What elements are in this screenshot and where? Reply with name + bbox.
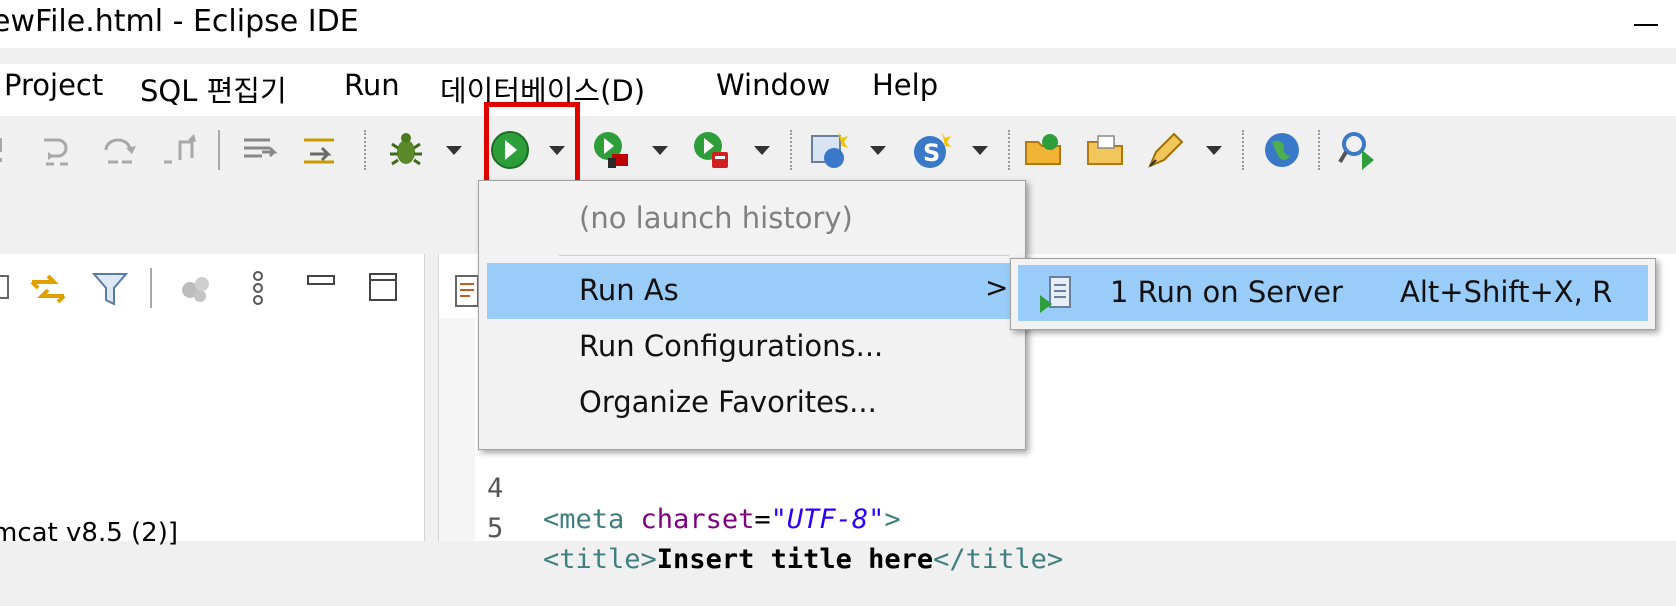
panel-toolbar-separator xyxy=(150,268,152,308)
step-into-icon[interactable] xyxy=(0,128,34,172)
drop-frame-icon[interactable] xyxy=(158,128,202,172)
use-step-filters-icon[interactable] xyxy=(240,128,284,172)
focus-on-active-task-icon[interactable] xyxy=(176,268,216,308)
pen-icon[interactable] xyxy=(1144,128,1188,172)
run-dropdown-menu: (no launch history) Run As > Run Configu… xyxy=(478,180,1026,450)
menu-item-organize-favorites[interactable]: Organize Favorites... xyxy=(487,375,1017,431)
server-run-icon xyxy=(1038,275,1076,313)
line-number: 5 xyxy=(487,513,504,544)
keyboard-shortcut: Alt+Shift+X, R xyxy=(1400,275,1613,309)
menu-bar: Project SQL 편집기 Run 데이터베이스(D) Window Hel… xyxy=(0,64,1676,116)
window-titlebar: ewFile.html - Eclipse IDE xyxy=(0,0,1676,48)
new-server-icon[interactable] xyxy=(808,128,852,172)
toolbar-separator xyxy=(1008,130,1010,170)
code-content: <meta charset="UTF-8"> xyxy=(543,504,901,535)
menu-item-no-launch-history: (no launch history) xyxy=(579,201,853,235)
code-content: <title>Insert title here</title> xyxy=(543,544,1064,575)
toolbar-separator xyxy=(364,130,366,170)
menu-item-run-as[interactable]: Run As > xyxy=(487,263,1017,319)
filter-icon[interactable] xyxy=(90,268,130,308)
toolbar-separator xyxy=(218,130,220,170)
pen-dropdown-arrow[interactable] xyxy=(1206,146,1222,155)
debug-dropdown-arrow[interactable] xyxy=(446,146,462,155)
menu-separator xyxy=(559,255,1009,256)
menu-item-run-configurations[interactable]: Run Configurations... xyxy=(487,319,1017,375)
menu-help[interactable]: Help xyxy=(872,68,938,102)
run-as-submenu: 1 Run on Server Alt+Shift+X, R xyxy=(1010,258,1656,330)
view-menu-icon[interactable] xyxy=(238,268,278,308)
project-explorer-panel: mcat v8.5 (2)] xyxy=(0,254,425,548)
web-browser-globe-icon[interactable] xyxy=(1260,128,1304,172)
new-java-class-dropdown-arrow[interactable] xyxy=(972,146,988,155)
code-line[interactable]: 5 <title>Insert title here</title> xyxy=(439,482,1063,606)
debug-bug-icon[interactable] xyxy=(384,128,428,172)
minimize-window-icon[interactable] xyxy=(1632,10,1660,36)
annotation-highlight-box xyxy=(484,102,580,188)
main-toolbar: S xyxy=(0,116,1676,188)
step-over-icon[interactable] xyxy=(38,128,82,172)
toolbar-separator xyxy=(790,130,792,170)
new-server-dropdown-arrow[interactable] xyxy=(870,146,886,155)
skip-breakpoints-icon[interactable] xyxy=(300,128,344,172)
collapse-all-icon[interactable] xyxy=(0,268,30,308)
step-return-icon[interactable] xyxy=(98,128,142,172)
search-icon[interactable] xyxy=(1336,128,1380,172)
svg-text:S: S xyxy=(923,139,940,167)
menu-window[interactable]: Window xyxy=(716,68,830,102)
window-title: ewFile.html - Eclipse IDE xyxy=(0,4,359,39)
coverage-dropdown-arrow[interactable] xyxy=(652,146,668,155)
coverage-icon[interactable] xyxy=(590,128,634,172)
html-file-icon[interactable] xyxy=(455,274,479,308)
tree-item-server[interactable]: mcat v8.5 (2)] xyxy=(0,518,178,548)
maximize-icon[interactable] xyxy=(364,268,404,308)
minimize-icon[interactable] xyxy=(302,268,342,308)
link-with-editor-icon[interactable] xyxy=(28,268,68,308)
menu-sql-editor[interactable]: SQL 편집기 xyxy=(140,68,287,110)
new-java-class-icon[interactable]: S xyxy=(910,128,954,172)
toolbar-separator xyxy=(1318,130,1320,170)
open-project-icon[interactable] xyxy=(1022,128,1066,172)
external-tools-icon[interactable] xyxy=(690,128,734,172)
menu-item-run-on-server[interactable]: 1 Run on Server Alt+Shift+X, R xyxy=(1018,265,1648,321)
toolbar-separator xyxy=(1242,130,1244,170)
submenu-chevron-icon: > xyxy=(985,271,1009,304)
open-folder-icon[interactable] xyxy=(1084,128,1128,172)
menu-run[interactable]: Run xyxy=(344,68,400,102)
external-tools-dropdown-arrow[interactable] xyxy=(754,146,770,155)
menu-project[interactable]: Project xyxy=(4,68,103,102)
